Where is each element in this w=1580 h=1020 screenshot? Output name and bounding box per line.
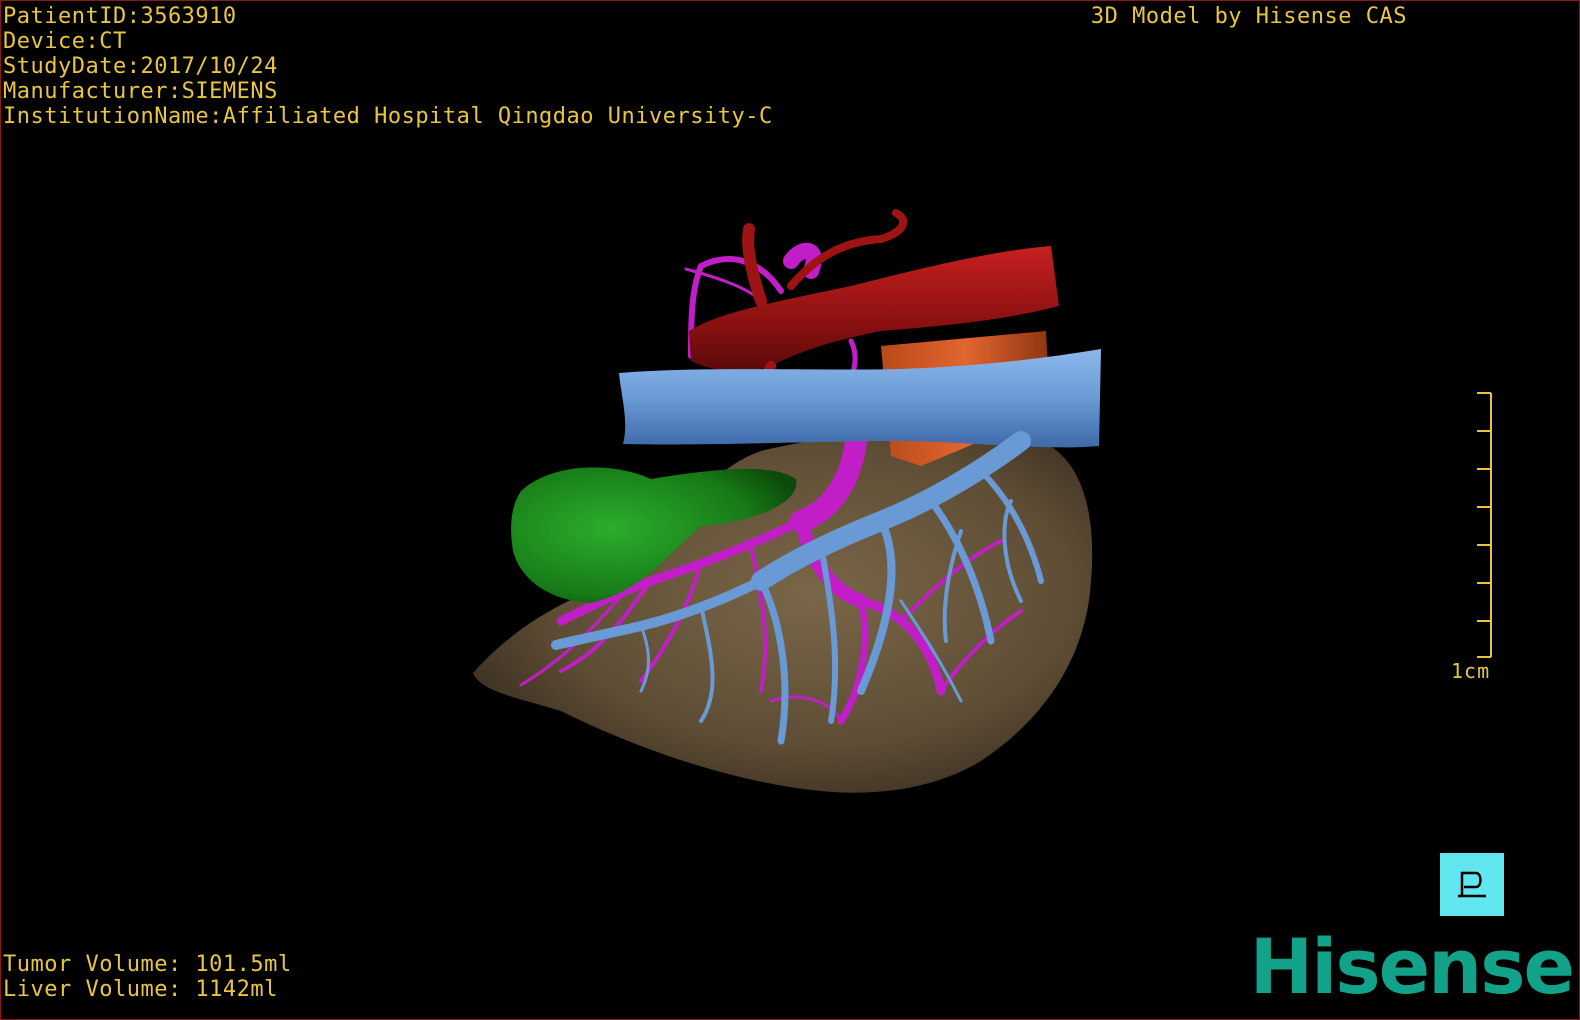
manufacturer: Manufacturer:SIEMENS bbox=[3, 79, 278, 104]
posterior-orientation-icon bbox=[1458, 871, 1486, 897]
model-credit: 3D Model by Hisense CAS bbox=[1090, 4, 1407, 29]
inferior-vena-cava bbox=[619, 349, 1101, 448]
patient-info: PatientID:3563910 Device:CT StudyDate:2017… bbox=[3, 4, 773, 129]
institution-name: InstitutionName:Affiliated Hospital Qing… bbox=[3, 104, 773, 129]
volume-info: Tumor Volume: 101.5ml Liver Volume: 1142m… bbox=[3, 952, 292, 1002]
hisense-logo: Hisense bbox=[1249, 922, 1575, 1011]
scale-bar bbox=[1477, 392, 1492, 658]
tumor-volume: Tumor Volume: 101.5ml bbox=[3, 952, 292, 977]
orientation-button[interactable] bbox=[1440, 853, 1504, 916]
liver-volume: Liver Volume: 1142ml bbox=[3, 977, 278, 1002]
scale-label: 1cm bbox=[1451, 659, 1491, 683]
3d-liver-model[interactable] bbox=[1, 1, 1579, 1019]
device: Device:CT bbox=[3, 29, 127, 54]
study-date: StudyDate:2017/10/24 bbox=[3, 54, 278, 79]
3d-viewport[interactable]: PatientID:3563910 Device:CT StudyDate:2017… bbox=[0, 0, 1580, 1020]
patient-id: PatientID:3563910 bbox=[3, 4, 237, 29]
